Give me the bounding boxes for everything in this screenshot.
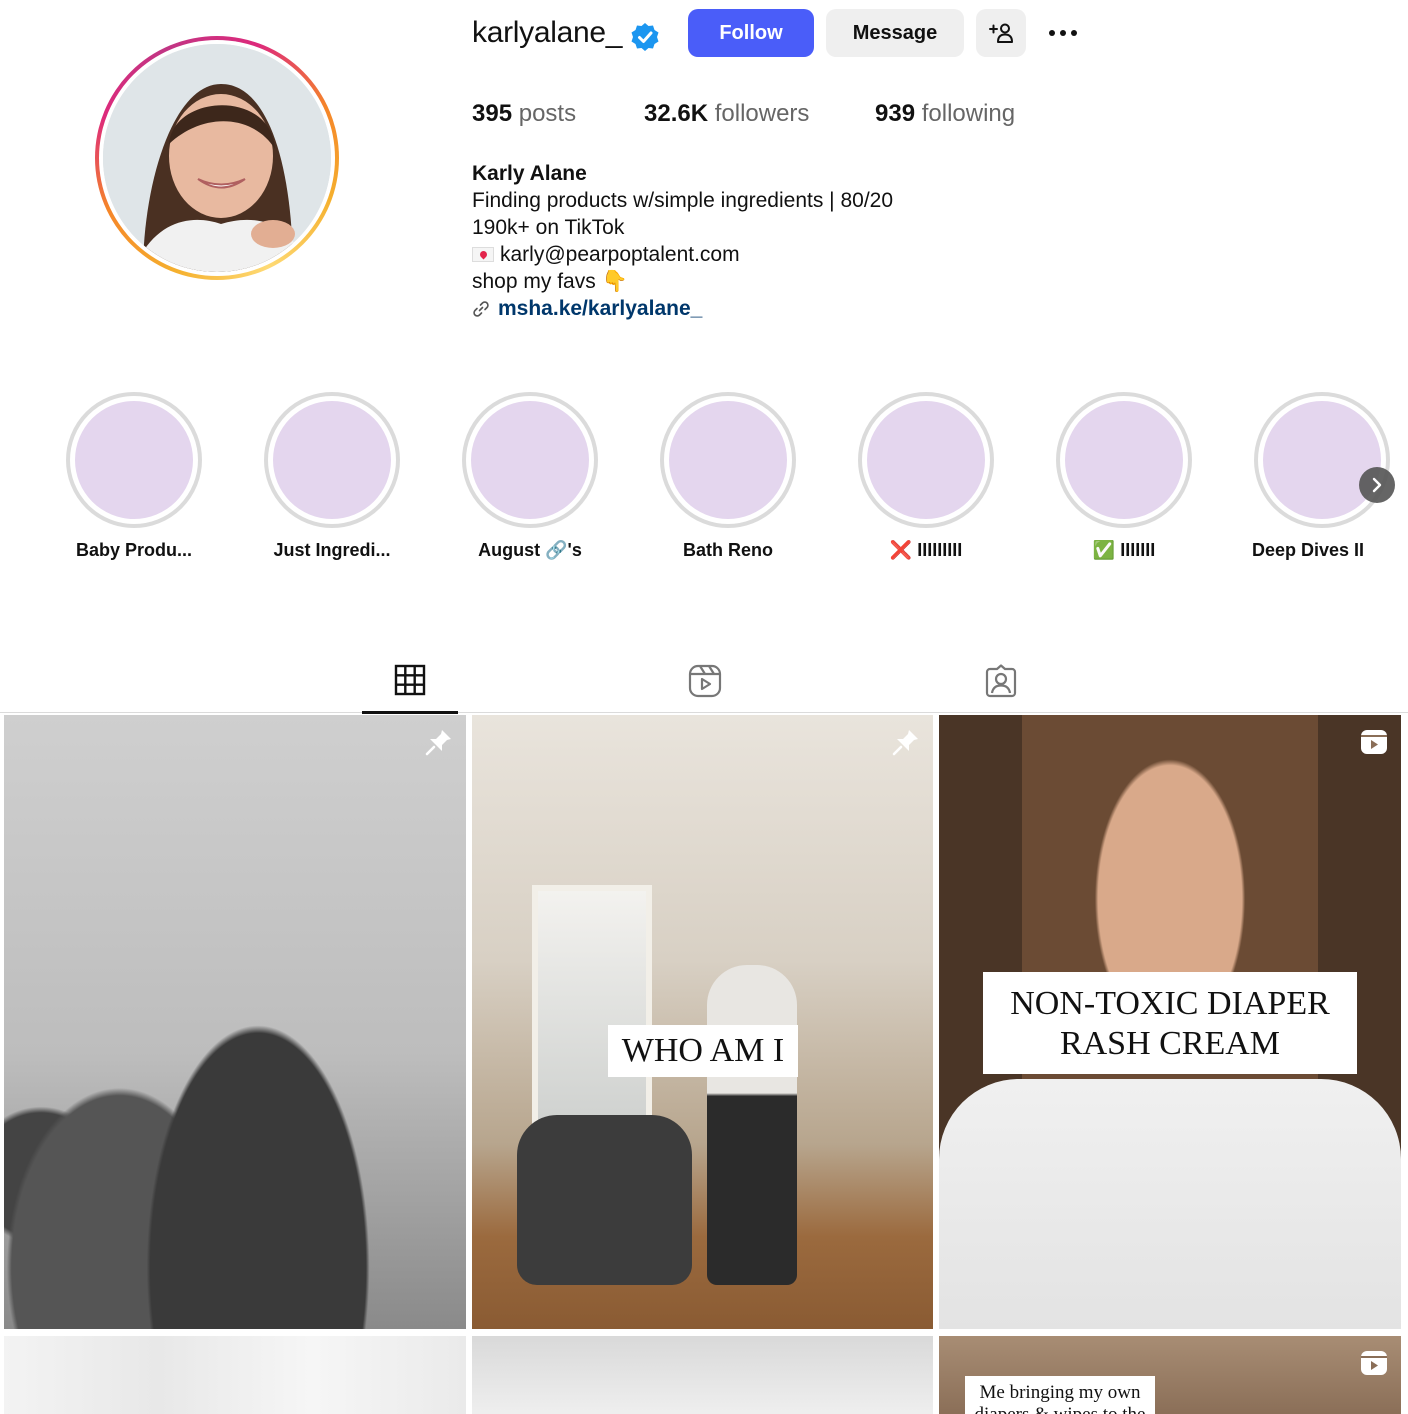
tagged-icon: [985, 664, 1017, 698]
follow-button[interactable]: Follow: [688, 9, 814, 57]
post-tile[interactable]: [472, 1336, 933, 1414]
bio-line: shop my favs 👇: [472, 270, 628, 293]
highlight-ring: [66, 392, 202, 528]
posts-count: 395: [472, 100, 513, 127]
highlight-label: Deep Dives II: [1251, 540, 1365, 560]
story-highlight[interactable]: ✅ IIIIIII: [1056, 392, 1192, 560]
highlight-label: Bath Reno: [683, 540, 773, 560]
highlight-cover: [867, 401, 985, 519]
followers-count: 32.6K: [644, 100, 709, 127]
post-tile[interactable]: NON-TOXIC DIAPER RASH CREAM: [939, 715, 1401, 1329]
story-highlight[interactable]: August 🔗's: [462, 392, 598, 560]
bio-link[interactable]: msha.ke/karlyalane_: [472, 295, 893, 322]
reel-icon: [1361, 1351, 1387, 1375]
chevron-right-icon: [1372, 477, 1382, 493]
more-dot-icon: [1071, 30, 1077, 36]
highlight-cover: [75, 401, 193, 519]
suggest-user-button[interactable]: [976, 9, 1026, 57]
highlight-ring: [1056, 392, 1192, 528]
more-options-button[interactable]: [1040, 20, 1086, 46]
followers-stat[interactable]: 32.6K followers: [644, 100, 809, 128]
highlight-cover: [1263, 401, 1381, 519]
reels-icon: [688, 664, 722, 698]
highlight-cover: [273, 401, 391, 519]
post-person: [707, 965, 797, 1285]
followers-label: followers: [714, 100, 810, 127]
post-tile[interactable]: [4, 1336, 466, 1414]
tab-posts[interactable]: [362, 660, 458, 714]
story-highlight[interactable]: Baby Produ...: [66, 392, 202, 560]
story-highlight[interactable]: Deep Dives II: [1252, 392, 1390, 560]
verified-badge-icon: [631, 23, 659, 51]
more-dot-icon: [1060, 30, 1066, 36]
link-icon: [473, 300, 489, 317]
grid-icon: [394, 664, 426, 696]
following-stat[interactable]: 939 following: [875, 100, 1015, 128]
love-letter-icon: [472, 247, 494, 262]
profile-bio: Karly Alane Finding products w/simple in…: [472, 160, 893, 322]
bio-line: Finding products w/simple ingredients | …: [472, 189, 894, 212]
post-caption-overlay: Me bringing my own diapers & wipes to th…: [965, 1376, 1155, 1414]
profile-full-name: Karly Alane: [472, 162, 587, 185]
posts-stat: 395 posts: [472, 100, 576, 128]
profile-avatar[interactable]: [95, 36, 339, 280]
story-highlight[interactable]: ❌ IIIIIIIII: [858, 392, 994, 560]
avatar-portrait: [103, 44, 331, 272]
story-highlight[interactable]: Just Ingredi...: [264, 392, 400, 560]
post-tile[interactable]: WHO AM I: [472, 715, 933, 1329]
highlight-ring: [1254, 392, 1390, 528]
highlight-label: Just Ingredi...: [273, 540, 391, 560]
more-dot-icon: [1049, 30, 1055, 36]
highlight-label: August 🔗's: [478, 540, 582, 560]
highlight-ring: [462, 392, 598, 528]
highlights-next-button[interactable]: [1359, 467, 1395, 503]
add-user-icon: [989, 23, 1013, 43]
bio-email-line: karly@pearpoptalent.com: [472, 241, 893, 268]
post-tile[interactable]: [4, 715, 466, 1329]
highlight-cover: [1065, 401, 1183, 519]
profile-username: karlyalane_: [472, 16, 623, 49]
bio-email: karly@pearpoptalent.com: [500, 243, 740, 266]
message-button[interactable]: Message: [826, 9, 964, 57]
posts-label: posts: [518, 100, 577, 127]
highlight-ring: [858, 392, 994, 528]
highlight-label: ✅ IIIIIII: [1092, 540, 1156, 560]
story-highlight[interactable]: Bath Reno: [660, 392, 796, 560]
reel-icon: [1361, 730, 1387, 754]
post-chair: [517, 1115, 692, 1285]
highlight-label: ❌ IIIIIIIII: [889, 540, 963, 560]
post-caption-overlay: WHO AM I: [608, 1025, 798, 1077]
tab-reels[interactable]: [657, 660, 753, 714]
highlight-label: Baby Produ...: [75, 540, 192, 560]
following-label: following: [921, 100, 1016, 127]
avatar-photo: [103, 44, 331, 272]
bio-line: 190k+ on TikTok: [472, 216, 625, 239]
highlight-ring: [264, 392, 400, 528]
highlight-cover: [669, 401, 787, 519]
highlight-cover: [471, 401, 589, 519]
pin-icon: [425, 730, 451, 756]
post-tile[interactable]: Me bringing my own diapers & wipes to th…: [939, 1336, 1401, 1414]
highlight-ring: [660, 392, 796, 528]
post-shirt: [939, 1079, 1401, 1329]
tab-tagged[interactable]: [953, 660, 1049, 714]
pin-icon: [892, 730, 918, 756]
bio-link-text: msha.ke/karlyalane_: [498, 297, 703, 320]
post-caption-overlay: NON-TOXIC DIAPER RASH CREAM: [983, 972, 1357, 1074]
following-count: 939: [875, 100, 916, 127]
